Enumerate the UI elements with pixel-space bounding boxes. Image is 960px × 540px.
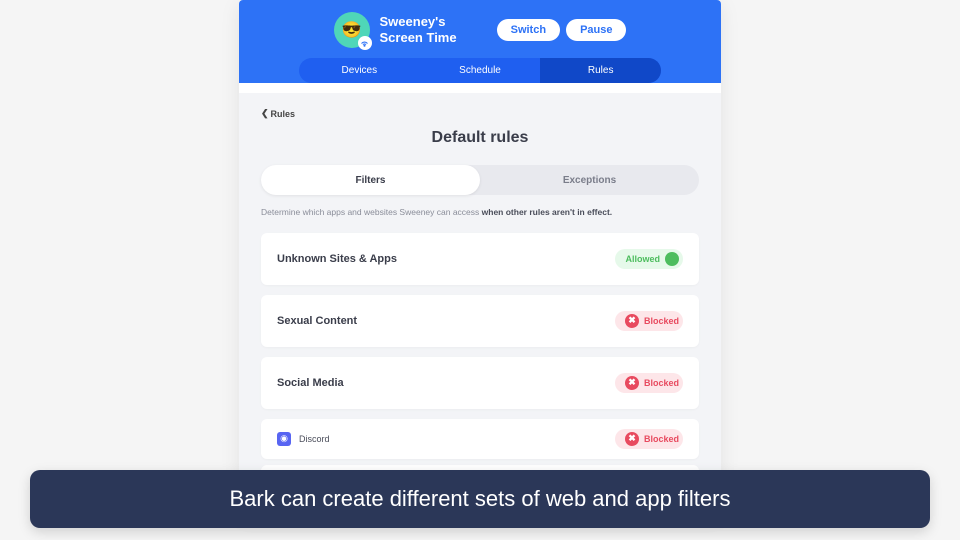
- avatar: 😎: [334, 12, 370, 48]
- caption-banner: Bark can create different sets of web an…: [30, 470, 930, 528]
- block-icon: ✖: [625, 432, 639, 446]
- app-window: 😎 Sweeney's Screen Time Switch Pause Dev…: [239, 0, 721, 513]
- status-badge[interactable]: ✖ Blocked: [615, 311, 683, 331]
- block-icon: ✖: [625, 314, 639, 328]
- header-buttons: Switch Pause: [497, 19, 627, 41]
- app-name: Discord: [299, 434, 330, 444]
- category-title: Unknown Sites & Apps: [277, 253, 397, 265]
- page-title: Default rules: [261, 129, 699, 147]
- block-icon: ✖: [625, 376, 639, 390]
- profile-name: Sweeney's Screen Time: [380, 14, 457, 47]
- chevron-left-icon: ❮: [261, 108, 269, 119]
- category-unknown[interactable]: Unknown Sites & Apps Allowed: [261, 233, 699, 285]
- tab-devices[interactable]: Devices: [299, 58, 420, 83]
- switch-button[interactable]: Switch: [497, 19, 560, 41]
- profile: 😎 Sweeney's Screen Time: [334, 12, 457, 48]
- status-badge[interactable]: ✖ Blocked: [615, 373, 683, 393]
- discord-icon: ◉: [277, 432, 291, 446]
- header: 😎 Sweeney's Screen Time Switch Pause Dev…: [239, 0, 721, 83]
- subtab-filters[interactable]: Filters: [261, 165, 480, 195]
- avatar-emoji: 😎: [342, 20, 362, 40]
- app-row-discord[interactable]: ◉ Discord ✖ Blocked: [261, 419, 699, 459]
- category-sexual-content[interactable]: Sexual Content ✖ Blocked: [261, 295, 699, 347]
- content: ❮ Rules Default rules Filters Exceptions…: [239, 93, 721, 513]
- pause-button[interactable]: Pause: [566, 19, 626, 41]
- tab-schedule[interactable]: Schedule: [420, 58, 541, 83]
- main-tabs: Devices Schedule Rules: [299, 58, 661, 83]
- sub-tabs: Filters Exceptions: [261, 165, 699, 195]
- category-title: Sexual Content: [277, 315, 357, 327]
- description: Determine which apps and websites Sweene…: [261, 207, 699, 219]
- status-badge[interactable]: Allowed: [615, 249, 683, 269]
- header-top: 😎 Sweeney's Screen Time Switch Pause: [239, 12, 721, 58]
- status-dot-icon: [665, 252, 679, 266]
- subtab-exceptions[interactable]: Exceptions: [480, 165, 699, 195]
- breadcrumb[interactable]: ❮ Rules: [261, 108, 295, 119]
- category-social-media[interactable]: Social Media ✖ Blocked: [261, 357, 699, 409]
- status-badge[interactable]: ✖ Blocked: [615, 429, 683, 449]
- wifi-icon: [358, 36, 372, 50]
- tab-rules[interactable]: Rules: [540, 58, 661, 83]
- category-title: Social Media: [277, 377, 344, 389]
